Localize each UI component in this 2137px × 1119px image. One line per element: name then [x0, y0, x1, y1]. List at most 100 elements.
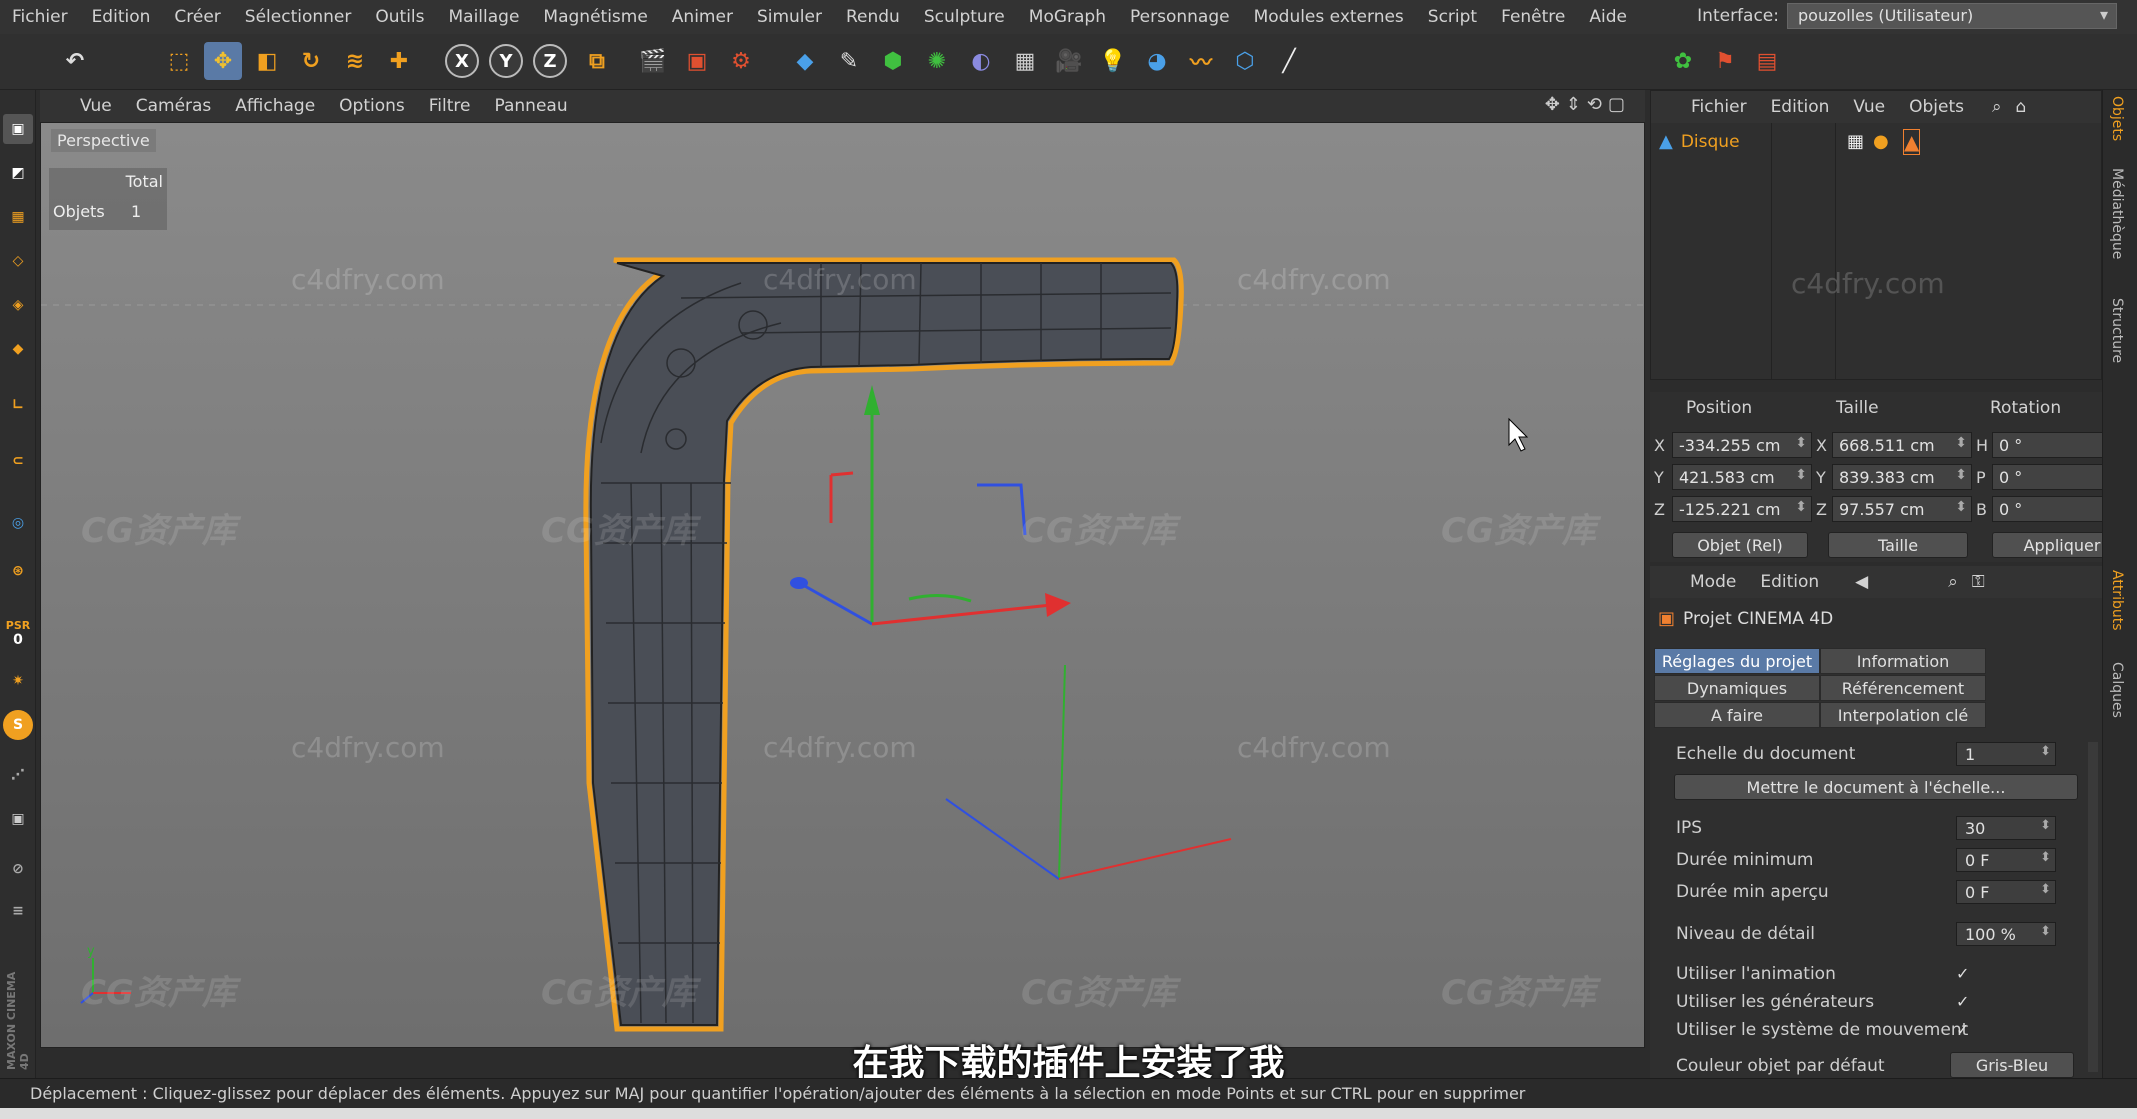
- undo-icon[interactable]: ↶: [56, 42, 94, 80]
- grid-icon[interactable]: ⊘: [3, 854, 33, 884]
- position-y-field[interactable]: 421.583 cm: [1672, 464, 1812, 490]
- warning-tag-icon[interactable]: ▲: [1903, 129, 1921, 155]
- lines-icon[interactable]: ≡: [3, 896, 33, 926]
- spline-wrap-icon[interactable]: 〰: [1182, 42, 1220, 80]
- layout-icon-2[interactable]: ⚑: [1706, 42, 1744, 80]
- nurbs-icon[interactable]: ⬢: [874, 42, 912, 80]
- menu-edition[interactable]: Edition: [80, 7, 163, 27]
- spline-pen-icon[interactable]: ✎: [830, 42, 868, 80]
- y-axis-lock-button[interactable]: Y: [489, 44, 523, 78]
- model-mode-icon[interactable]: ◩: [3, 158, 33, 188]
- object-row-disque[interactable]: ▲ Disque: [1659, 131, 1740, 152]
- texture-mode-icon[interactable]: ▦: [3, 202, 33, 232]
- magnet-icon[interactable]: ⊂: [3, 446, 33, 476]
- tab-a-faire[interactable]: A faire: [1654, 702, 1820, 728]
- size-z-field[interactable]: 97.557 cm: [1832, 496, 1972, 522]
- menu-rendu[interactable]: Rendu: [834, 7, 912, 27]
- menu-maillage[interactable]: Maillage: [437, 7, 532, 27]
- brush-icon[interactable]: ╱: [1270, 42, 1308, 80]
- layers-tool-icon[interactable]: ≋: [336, 42, 374, 80]
- detail-level-field[interactable]: 100 %: [1956, 922, 2056, 946]
- viewport-menu-cameras[interactable]: Caméras: [124, 96, 224, 116]
- cube-icon[interactable]: ◆: [786, 42, 824, 80]
- layout-icon-1[interactable]: ✿: [1664, 42, 1702, 80]
- size-y-field[interactable]: 839.383 cm: [1832, 464, 1972, 490]
- x-axis-lock-button[interactable]: X: [445, 44, 479, 78]
- tag-icon[interactable]: ◕: [1138, 42, 1176, 80]
- viewport-menu-affichage[interactable]: Affichage: [223, 96, 327, 116]
- snapping-icon[interactable]: ◎: [3, 508, 33, 538]
- tab-referencement[interactable]: Référencement: [1820, 675, 1986, 701]
- menu-mograph[interactable]: MoGraph: [1017, 7, 1118, 27]
- viewport-nav-icons[interactable]: ✥⇕⟲▢: [1545, 94, 1631, 115]
- points-mode-icon[interactable]: ◇: [3, 246, 33, 276]
- tab-interpolation-cle[interactable]: Interpolation clé: [1820, 702, 1986, 728]
- guide-icon[interactable]: ⋰: [3, 760, 33, 790]
- render-view-icon[interactable]: 🎬: [634, 42, 672, 80]
- layout-icon-3[interactable]: ▤: [1748, 42, 1786, 80]
- min-duration-field[interactable]: 0 F: [1956, 848, 2056, 872]
- coord-size-select[interactable]: Taille: [1828, 532, 1968, 558]
- python-generator-icon[interactable]: ⬡: [1226, 42, 1264, 80]
- attr-menu-edition[interactable]: Edition: [1760, 572, 1819, 592]
- om-menu-edition[interactable]: Edition: [1771, 97, 1830, 117]
- menu-animer[interactable]: Animer: [660, 7, 745, 27]
- ips-field[interactable]: 30: [1956, 816, 2056, 840]
- vtab-structure[interactable]: Structure: [2109, 298, 2125, 363]
- render-picture-viewer-icon[interactable]: ▣: [678, 42, 716, 80]
- coordinate-system-icon[interactable]: ⧉: [578, 42, 616, 80]
- workplane-icon[interactable]: ⊛: [3, 556, 33, 586]
- menu-aide[interactable]: Aide: [1577, 7, 1639, 27]
- render-settings-icon[interactable]: ⚙: [722, 42, 760, 80]
- checker-tag-icon[interactable]: ▦: [1847, 131, 1864, 152]
- vtab-objets[interactable]: Objets: [2109, 96, 2125, 141]
- om-menu-objets[interactable]: Objets: [1909, 97, 1964, 117]
- floor-icon[interactable]: ▦: [1006, 42, 1044, 80]
- solo-icon[interactable]: S: [3, 710, 33, 740]
- om-search-icon[interactable]: ⌕: [1992, 97, 2002, 117]
- polygons-mode-icon[interactable]: ◆: [3, 334, 33, 364]
- axis-mode-icon[interactable]: ∟: [3, 390, 33, 420]
- menu-modules-externes[interactable]: Modules externes: [1242, 7, 1416, 27]
- use-generators-checkbox[interactable]: ✓: [1956, 992, 1969, 1011]
- use-animation-checkbox[interactable]: ✓: [1956, 964, 1969, 983]
- viewport-menu-panneau[interactable]: Panneau: [482, 96, 579, 116]
- position-z-field[interactable]: -125.221 cm: [1672, 496, 1812, 522]
- object-name[interactable]: Disque: [1681, 132, 1740, 152]
- menu-fichier[interactable]: Fichier: [0, 7, 80, 27]
- attr-search-icon[interactable]: ⌕: [1948, 572, 1958, 592]
- doc-scale-field[interactable]: 1: [1956, 742, 2056, 766]
- scale-document-button[interactable]: Mettre le document à l'échelle...: [1674, 774, 2078, 800]
- vtab-calques[interactable]: Calques: [2109, 662, 2125, 718]
- deformer-icon[interactable]: ◐: [962, 42, 1000, 80]
- light-icon[interactable]: 💡: [1094, 42, 1132, 80]
- tab-information[interactable]: Information: [1820, 648, 1986, 674]
- vtab-mediatheque[interactable]: Médiathèque: [2109, 168, 2125, 259]
- om-home-icon[interactable]: ⌂: [2016, 97, 2027, 117]
- camera-icon[interactable]: 🎥: [1050, 42, 1088, 80]
- om-menu-fichier[interactable]: Fichier: [1691, 97, 1747, 117]
- menu-outils[interactable]: Outils: [363, 7, 436, 27]
- vtab-attributs[interactable]: Attributs: [2109, 570, 2125, 631]
- attributes-scrollbar[interactable]: [2088, 742, 2098, 1072]
- box-icon[interactable]: ▣: [3, 804, 33, 834]
- attr-back-icon[interactable]: ◀: [1855, 572, 1868, 592]
- viewport-menu-filtre[interactable]: Filtre: [417, 96, 483, 116]
- interface-select[interactable]: pouzolles (Utilisateur): [1787, 3, 2117, 29]
- attr-lock-icon[interactable]: ⚿: [1972, 572, 1985, 592]
- size-x-field[interactable]: 668.511 cm: [1832, 432, 1972, 458]
- array-icon[interactable]: ✺: [918, 42, 956, 80]
- menu-sculpture[interactable]: Sculpture: [912, 7, 1017, 27]
- menu-script[interactable]: Script: [1416, 7, 1489, 27]
- add-tool-icon[interactable]: ✚: [380, 42, 418, 80]
- move-tool-icon[interactable]: ✥: [204, 42, 242, 80]
- viewport-menu-vue[interactable]: Vue: [68, 96, 124, 116]
- menu-creer[interactable]: Créer: [162, 7, 232, 27]
- quantize-icon[interactable]: ✷: [3, 666, 33, 696]
- viewport-3d[interactable]: Perspective Total Objets 1 y c4dfry.com …: [40, 122, 1645, 1048]
- min-preview-field[interactable]: 0 F: [1956, 880, 2056, 904]
- make-editable-icon[interactable]: ▣: [3, 114, 33, 144]
- om-menu-vue[interactable]: Vue: [1853, 97, 1885, 117]
- attr-menu-mode[interactable]: Mode: [1690, 572, 1736, 592]
- z-axis-lock-button[interactable]: Z: [533, 44, 567, 78]
